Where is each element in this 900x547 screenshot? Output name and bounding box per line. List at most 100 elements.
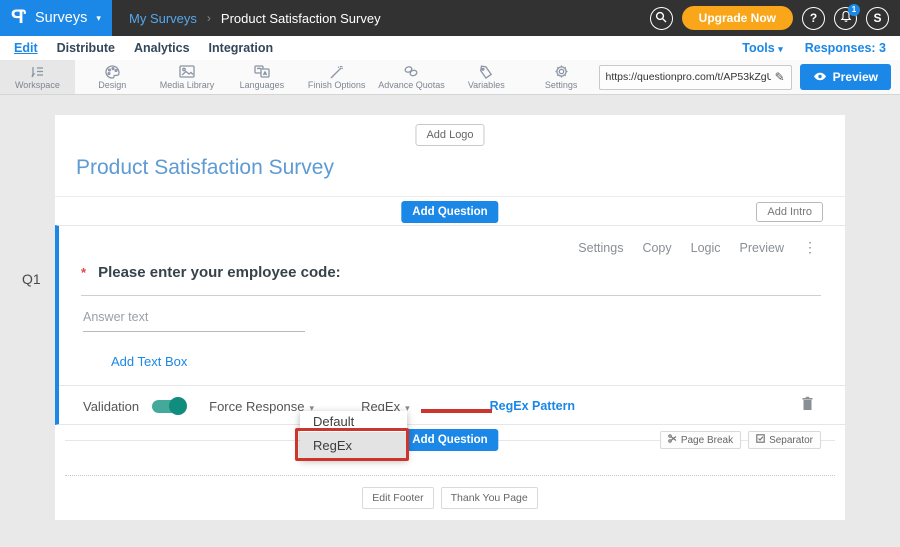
toolbar-item-label: Finish Options	[308, 80, 366, 90]
add-logo-button[interactable]: Add Logo	[415, 124, 484, 146]
toolbar-item-variables[interactable]: Variables	[449, 60, 524, 94]
question-divider	[59, 385, 845, 386]
top-header: Ƥ Surveys ▾ My Surveys › Product Satisfa…	[0, 0, 900, 36]
toggle-thumb	[169, 397, 187, 415]
workspace-icon	[29, 64, 45, 79]
breadcrumb-current-survey: Product Satisfaction Survey	[221, 11, 381, 26]
toolbar-item-settings[interactable]: Settings	[524, 60, 599, 94]
help-button[interactable]: ?	[802, 7, 825, 30]
validation-toggle[interactable]	[152, 400, 185, 413]
question-logic-link[interactable]: Logic	[691, 241, 721, 255]
toolbar-item-label: Workspace	[15, 80, 60, 90]
separator-label: Separator	[769, 435, 813, 446]
toolbar-item-media-library[interactable]: Media Library	[150, 60, 225, 94]
preview-label: Preview	[833, 70, 878, 84]
footer-dotted-divider	[65, 475, 835, 476]
nav-right: Tools ▾ Responses: 3	[742, 41, 886, 55]
question-copy-link[interactable]: Copy	[642, 241, 671, 255]
thank-you-page-button[interactable]: Thank You Page	[441, 487, 538, 509]
question-action-menu: Settings Copy Logic Preview ⋮	[578, 239, 817, 256]
workspace-toolbar: Workspace Design Media Library Languages…	[0, 60, 900, 95]
dropdown-option-default[interactable]: Default	[300, 411, 407, 432]
add-question-button-top[interactable]: Add Question	[401, 201, 498, 223]
tab-distribute[interactable]: Distribute	[57, 41, 115, 55]
avatar-initial: S	[873, 11, 881, 25]
surveys-app-menu[interactable]: Ƥ Surveys ▾	[0, 0, 112, 36]
chevron-down-icon: ▾	[96, 13, 101, 24]
page-break-label: Page Break	[681, 435, 733, 446]
account-avatar[interactable]: S	[866, 7, 889, 30]
tools-label: Tools	[742, 41, 774, 55]
notifications-button[interactable]: 1	[834, 7, 857, 30]
add-question-button-bottom[interactable]: Add Question	[401, 429, 498, 451]
add-intro-button[interactable]: Add Intro	[756, 202, 823, 222]
chevron-down-icon: ▾	[778, 44, 783, 54]
tab-edit[interactable]: Edit	[14, 41, 38, 55]
survey-url-input[interactable]	[606, 71, 771, 83]
add-text-box-link[interactable]: Add Text Box	[111, 354, 187, 369]
image-icon	[179, 64, 195, 79]
delete-question-button[interactable]	[801, 396, 814, 416]
responses-link[interactable]: Responses: 3	[805, 41, 886, 55]
toolbar-item-label: Variables	[468, 80, 505, 90]
question-mark-icon: ?	[810, 11, 817, 25]
preview-button[interactable]: Preview	[800, 64, 891, 90]
toolbar-item-label: Media Library	[160, 80, 215, 90]
toolbar-item-label: Design	[98, 80, 126, 90]
tab-integration[interactable]: Integration	[209, 41, 274, 55]
surveys-menu-label: Surveys	[35, 10, 87, 26]
trash-icon	[801, 398, 814, 415]
page-break-button[interactable]: Page Break	[660, 431, 741, 449]
answer-placeholder[interactable]: Answer text	[83, 310, 148, 324]
search-button[interactable]	[650, 7, 673, 30]
toolbar-item-advance-quotas[interactable]: Advance Quotas	[374, 60, 449, 94]
toolbar-item-label: Languages	[240, 80, 285, 90]
annotation-underline-regex-pattern	[421, 409, 492, 413]
survey-header-card: Add Logo Product Satisfaction Survey	[55, 115, 845, 196]
notification-count-badge: 1	[848, 4, 860, 16]
edit-footer-button[interactable]: Edit Footer	[362, 487, 433, 509]
dropdown-option-regex[interactable]: RegEx	[300, 432, 407, 459]
question-text[interactable]: Please enter your employee code:	[98, 264, 341, 281]
question-preview-link[interactable]: Preview	[740, 241, 784, 255]
tools-dropdown[interactable]: Tools ▾	[742, 41, 782, 55]
breadcrumb-separator-icon: ›	[207, 11, 211, 25]
question-underline	[81, 295, 821, 296]
questionpro-logo-icon: Ƥ	[11, 7, 26, 29]
tab-analytics[interactable]: Analytics	[134, 41, 190, 55]
force-response-dropdown[interactable]: Force Response▾	[209, 399, 314, 414]
footer-buttons: Edit Footer Thank You Page	[55, 487, 845, 509]
validation-label: Validation	[83, 399, 139, 414]
survey-title[interactable]: Product Satisfaction Survey	[76, 156, 334, 180]
edit-url-pencil-icon[interactable]: ✎	[775, 70, 785, 84]
breadcrumb-my-surveys[interactable]: My Surveys	[129, 11, 197, 26]
breadcrumb: My Surveys › Product Satisfaction Survey	[129, 11, 381, 26]
question-code: Q1	[22, 271, 41, 287]
gear-icon	[554, 64, 569, 79]
force-response-label: Force Response	[209, 399, 304, 414]
checkbox-icon	[756, 434, 765, 446]
question-text-row[interactable]: * Please enter your employee code:	[81, 264, 341, 281]
toolbar-item-finish-options[interactable]: Finish Options	[299, 60, 374, 94]
answer-input-underline	[83, 331, 305, 332]
sub-nav: Edit Distribute Analytics Integration To…	[0, 36, 900, 60]
toolbar-item-design[interactable]: Design	[75, 60, 150, 94]
survey-url-field-wrap: ✎	[599, 65, 792, 90]
translate-icon	[254, 64, 270, 79]
question-settings-link[interactable]: Settings	[578, 241, 623, 255]
kebab-menu-icon[interactable]: ⋮	[803, 239, 817, 256]
upgrade-now-button[interactable]: Upgrade Now	[682, 6, 793, 30]
toolbar-item-workspace[interactable]: Workspace	[0, 60, 75, 94]
question-block: Settings Copy Logic Preview ⋮ * Please en…	[55, 225, 845, 425]
eye-icon	[813, 70, 827, 84]
palette-icon	[105, 64, 120, 79]
toolbar-item-label: Settings	[545, 80, 578, 90]
chain-links-icon	[403, 64, 419, 79]
toolbar-item-languages[interactable]: Languages	[224, 60, 299, 94]
required-asterisk-icon: *	[81, 265, 86, 280]
regex-pattern-link[interactable]: RegEx Pattern	[490, 399, 575, 413]
scissors-icon	[668, 434, 677, 446]
separator-button[interactable]: Separator	[748, 431, 821, 449]
add-question-row: Add Question Add Intro	[55, 196, 845, 225]
page-break-group: Page Break Separator	[660, 431, 821, 449]
